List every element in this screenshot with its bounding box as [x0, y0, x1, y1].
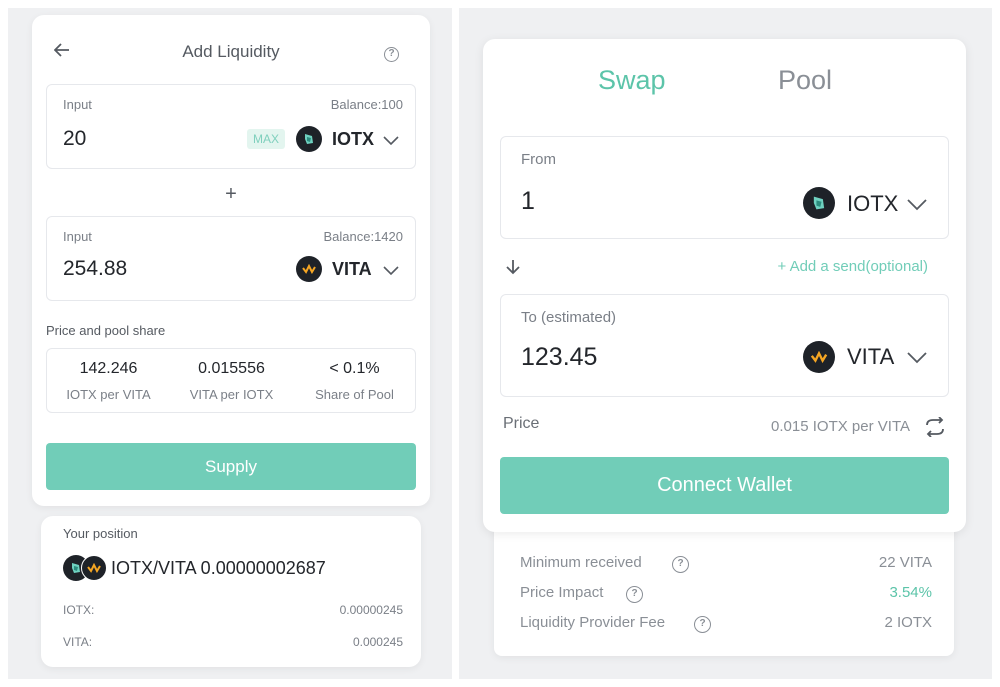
position-title: Your position [63, 526, 138, 541]
from-box: From 1 IOTX [500, 136, 949, 239]
stat-label: IOTX per VITA [66, 387, 151, 402]
supply-button[interactable]: Supply [46, 443, 416, 490]
to-token-select[interactable]: VITA [847, 344, 894, 370]
price-value: 0.015 IOTX per VITA [771, 418, 910, 435]
swap-price-icon[interactable] [924, 417, 946, 437]
stat-label: VITA per IOTX [189, 387, 274, 402]
detail-value: 2 IOTX [884, 614, 932, 631]
price-share-label: Price and pool share [46, 323, 166, 338]
input-box-1: Input Balance:100 20 MAX IOTX [46, 84, 416, 169]
tab-pool[interactable]: Pool [778, 65, 832, 96]
stat-label: Share of Pool [315, 387, 394, 402]
connect-wallet-button[interactable]: Connect Wallet [500, 457, 949, 514]
max-button[interactable]: MAX [247, 129, 285, 149]
input-label: Input [63, 229, 92, 244]
chevron-down-icon[interactable] [383, 266, 399, 276]
token-select-label[interactable]: VITA [332, 259, 372, 280]
token-select-label[interactable]: IOTX [332, 129, 374, 150]
balance-label: Balance:100 [330, 97, 403, 112]
input-box-2: Input Balance:1420 254.88 VITA [46, 216, 416, 301]
from-token-select[interactable]: IOTX [847, 191, 898, 217]
position-row-label: IOTX: [63, 603, 95, 617]
to-box: To (estimated) 123.45 VITA [500, 294, 949, 397]
position-row-value: 0.000245 [352, 635, 403, 649]
detail-label: Liquidity Provider Fee [520, 614, 666, 631]
chevron-down-icon[interactable] [907, 352, 927, 364]
iotx-logo-icon [296, 126, 322, 152]
input-label: Input [63, 97, 92, 112]
chevron-down-icon[interactable] [907, 199, 927, 211]
position-card: Your position IOTX/VITA 0.00000002687 IO… [41, 516, 421, 667]
from-label: From [521, 151, 556, 168]
stats-box: 142.246 IOTX per VITA 0.015556 VITA per … [46, 348, 416, 413]
vita-logo-icon [81, 555, 107, 581]
balance-label: Balance:1420 [323, 229, 403, 244]
chevron-down-icon[interactable] [383, 136, 399, 146]
to-label: To (estimated) [521, 309, 617, 326]
stat-value: < 0.1% [329, 360, 380, 377]
stat-value: 0.015556 [198, 360, 265, 377]
plus-icon: + [225, 183, 237, 205]
swap-card: Swap Pool From 1 IOTX + Add a send(optio… [483, 39, 966, 532]
iotx-logo-icon [803, 187, 835, 219]
vita-logo-icon [296, 256, 322, 282]
details-card: Minimum received ? 22 VITA Price Impact … [494, 518, 954, 656]
add-liquidity-panel: Add Liquidity ? Input Balance:100 20 MAX… [8, 8, 452, 679]
add-send-link[interactable]: + Add a send(optional) [777, 258, 928, 275]
pair-balance: IOTX/VITA 0.00000002687 [111, 558, 326, 578]
from-amount-input[interactable]: 1 [521, 187, 535, 216]
detail-label: Price Impact [520, 584, 604, 601]
help-icon[interactable]: ? [384, 47, 399, 62]
add-liquidity-card: Add Liquidity ? Input Balance:100 20 MAX… [32, 15, 430, 506]
tab-swap[interactable]: Swap [598, 65, 666, 96]
position-row-value: 0.00000245 [339, 603, 403, 617]
detail-value-impact: 3.54% [889, 584, 932, 601]
amount-input[interactable]: 20 [63, 127, 86, 151]
stat-value: 142.246 [79, 360, 138, 377]
vita-logo-icon [803, 341, 835, 373]
detail-value: 22 VITA [878, 554, 932, 571]
help-icon[interactable]: ? [672, 556, 689, 573]
swap-panel: Minimum received ? 22 VITA Price Impact … [459, 8, 992, 679]
price-label: Price [503, 415, 540, 432]
to-amount-input[interactable]: 123.45 [521, 343, 597, 372]
amount-input[interactable]: 254.88 [63, 257, 127, 281]
help-icon[interactable]: ? [694, 616, 711, 633]
position-row-label: VITA: [63, 635, 93, 649]
page-title: Add Liquidity [182, 42, 280, 61]
help-icon[interactable]: ? [626, 586, 643, 603]
detail-label: Minimum received [520, 554, 642, 571]
down-arrow-icon[interactable] [506, 259, 520, 275]
